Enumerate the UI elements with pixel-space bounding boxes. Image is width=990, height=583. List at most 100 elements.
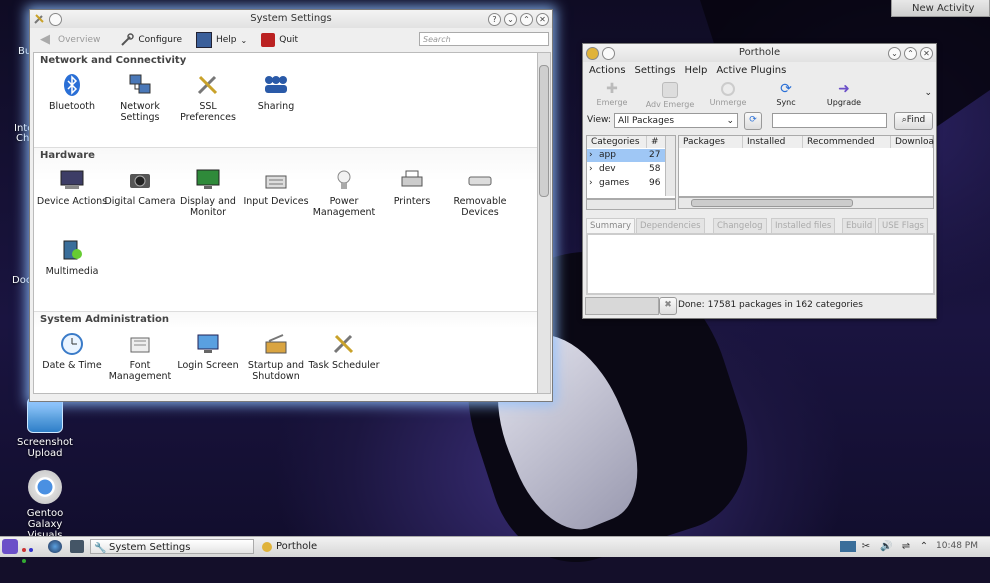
kde-menu-icon[interactable]	[2, 539, 18, 554]
tab-installed-files[interactable]: Installed files	[771, 218, 836, 233]
quit-button[interactable]: Quit	[257, 33, 302, 47]
terminal-icon[interactable]	[70, 540, 84, 553]
category-row[interactable]: › games 96	[587, 177, 665, 190]
tab-use-flags[interactable]: USE Flags	[878, 218, 928, 233]
settings-item-printers[interactable]: Printers	[374, 168, 450, 207]
scrollbar-thumb[interactable]	[539, 65, 549, 197]
porthole-app-icon[interactable]	[586, 47, 599, 60]
settings-item-scheduler[interactable]: Task Scheduler	[306, 332, 382, 371]
settings-item-power[interactable]: Power Management	[306, 168, 382, 218]
titlebar[interactable]: System Settings ? ⌄ ⌃ ✕	[30, 10, 552, 28]
scissors-tray-icon[interactable]: ✂	[860, 541, 872, 552]
settings-item-network[interactable]: Network Settings	[102, 73, 178, 123]
scrollbar[interactable]	[537, 52, 551, 394]
settings-item-camera[interactable]: Digital Camera	[102, 168, 178, 207]
browser-icon[interactable]	[48, 540, 62, 553]
packages-list[interactable]: Packages Installed Recommended Downloa	[678, 135, 934, 197]
taskbar: 🔧 System Settings Porthole ✂ 🔊 ⇌ ⌃ 10:48…	[0, 536, 990, 563]
unmerge-button[interactable]: Unmerge	[699, 79, 757, 113]
configure-button[interactable]: Configure	[116, 33, 186, 47]
menu-actions[interactable]: Actions	[589, 65, 626, 76]
category-row[interactable]: › app 27	[587, 149, 665, 162]
find-button[interactable]: ⌕Find	[894, 112, 933, 130]
settings-item-date-time[interactable]: Date & Time	[34, 332, 110, 371]
toolbar-overflow-chevron-icon[interactable]: ⌄	[924, 88, 932, 98]
settings-item-removable[interactable]: Removable Devices	[442, 168, 518, 218]
pin-icon[interactable]	[602, 47, 615, 60]
settings-item-device-actions[interactable]: Device Actions	[34, 168, 110, 207]
expand-arrow-icon: ›	[589, 164, 593, 174]
scrollbar[interactable]	[665, 136, 675, 196]
maximize-icon[interactable]: ⌃	[520, 13, 533, 26]
titlebar[interactable]: Porthole ⌄ ⌃ ✕	[583, 44, 936, 62]
tab-summary[interactable]: Summary	[586, 218, 636, 233]
settings-item-display[interactable]: Display and Monitor	[170, 168, 246, 218]
close-icon[interactable]: ✕	[536, 13, 549, 26]
monitor-tray-icon[interactable]	[840, 541, 856, 552]
desktop-icon-gentoo-galaxy[interactable]: Gentoo Galaxy Visuals	[5, 470, 85, 541]
column-header[interactable]: Recommended	[803, 136, 891, 148]
search-input[interactable]: Search	[419, 32, 549, 46]
clock[interactable]: 10:48 PM	[936, 541, 978, 551]
column-header[interactable]: #	[647, 136, 667, 148]
column-header[interactable]: Categories	[587, 136, 647, 148]
volume-tray-icon[interactable]: 🔊	[880, 541, 892, 552]
hscrollbar[interactable]	[678, 197, 934, 209]
tab-changelog[interactable]: Changelog	[713, 218, 767, 233]
minimize-icon[interactable]: ⌄	[504, 13, 517, 26]
menu-active-plugins[interactable]: Active Plugins	[716, 65, 786, 76]
category-name: dev	[599, 164, 616, 174]
settings-item-ssl[interactable]: SSL Preferences	[170, 73, 246, 123]
tool-label: Unmerge	[709, 98, 747, 107]
column-header[interactable]: Packages	[679, 136, 743, 148]
desktop-icon-screenshot-upload[interactable]: Screenshot Upload	[5, 397, 85, 459]
network-tray-icon[interactable]: ⇌	[900, 541, 912, 552]
category-row[interactable]: › dev 58	[587, 163, 665, 176]
chevron-up-icon[interactable]: ⌃	[918, 541, 930, 552]
refresh-button[interactable]: ⟳	[744, 112, 762, 130]
find-input[interactable]	[772, 113, 887, 128]
task-system-settings[interactable]: 🔧 System Settings	[90, 539, 254, 554]
settings-item-font[interactable]: Font Management	[102, 332, 178, 382]
categories-list[interactable]: Categories # › app 27 › dev 58 › games 9…	[586, 135, 676, 199]
close-icon[interactable]: ✕	[920, 47, 933, 60]
settings-item-input[interactable]: Input Devices	[238, 168, 314, 207]
overview-button[interactable]: ◀ Overview	[36, 33, 104, 47]
minimize-icon[interactable]: ⌄	[888, 47, 901, 60]
task-porthole[interactable]: Porthole	[258, 539, 418, 554]
tab-dependencies[interactable]: Dependencies	[636, 218, 705, 233]
settings-item-bluetooth[interactable]: Bluetooth	[34, 73, 110, 112]
configure-label: Configure	[138, 35, 182, 45]
tool-label: Upgrade	[826, 98, 862, 107]
tab-ebuild[interactable]: Ebuild	[842, 218, 877, 233]
new-activity-button[interactable]: New Activity	[891, 0, 990, 17]
settings-item-login-screen[interactable]: Login Screen	[170, 332, 246, 371]
adv-emerge-button[interactable]: Adv Emerge	[641, 79, 699, 113]
wrench-icon[interactable]	[33, 12, 46, 25]
view-select[interactable]: All Packages ⌄	[614, 113, 738, 128]
sync-button[interactable]: ⟳ Sync	[757, 79, 815, 113]
ssl-icon	[195, 73, 221, 97]
settings-item-sharing[interactable]: Sharing	[238, 73, 314, 112]
help-icon[interactable]: ?	[488, 13, 501, 26]
tool-label: Sync	[776, 98, 796, 107]
hscrollbar[interactable]	[586, 199, 676, 210]
column-header[interactable]: Downloa	[891, 136, 934, 148]
scheduler-icon	[331, 332, 357, 356]
help-button[interactable]: Help ⌄	[192, 32, 251, 48]
menu-help[interactable]: Help	[685, 65, 708, 76]
maximize-icon[interactable]: ⌃	[904, 47, 917, 60]
settings-item-startup[interactable]: Startup and Shutdown	[238, 332, 314, 382]
settings-item-multimedia[interactable]: Multimedia	[34, 238, 110, 277]
cancel-button[interactable]: ✖	[659, 297, 677, 315]
activity-dots-icon[interactable]	[22, 544, 40, 563]
pin-icon[interactable]	[49, 13, 62, 26]
menu-settings[interactable]: Settings	[635, 65, 676, 76]
help-monitor-icon	[196, 32, 212, 48]
upgrade-button[interactable]: ➜ Upgrade	[815, 79, 873, 113]
column-header[interactable]: Installed	[743, 136, 803, 148]
screenshot-icon	[27, 397, 63, 433]
item-label: Device Actions	[36, 196, 108, 207]
hscrollbar-thumb[interactable]	[691, 199, 853, 207]
emerge-button[interactable]: ✚ Emerge	[583, 79, 641, 113]
